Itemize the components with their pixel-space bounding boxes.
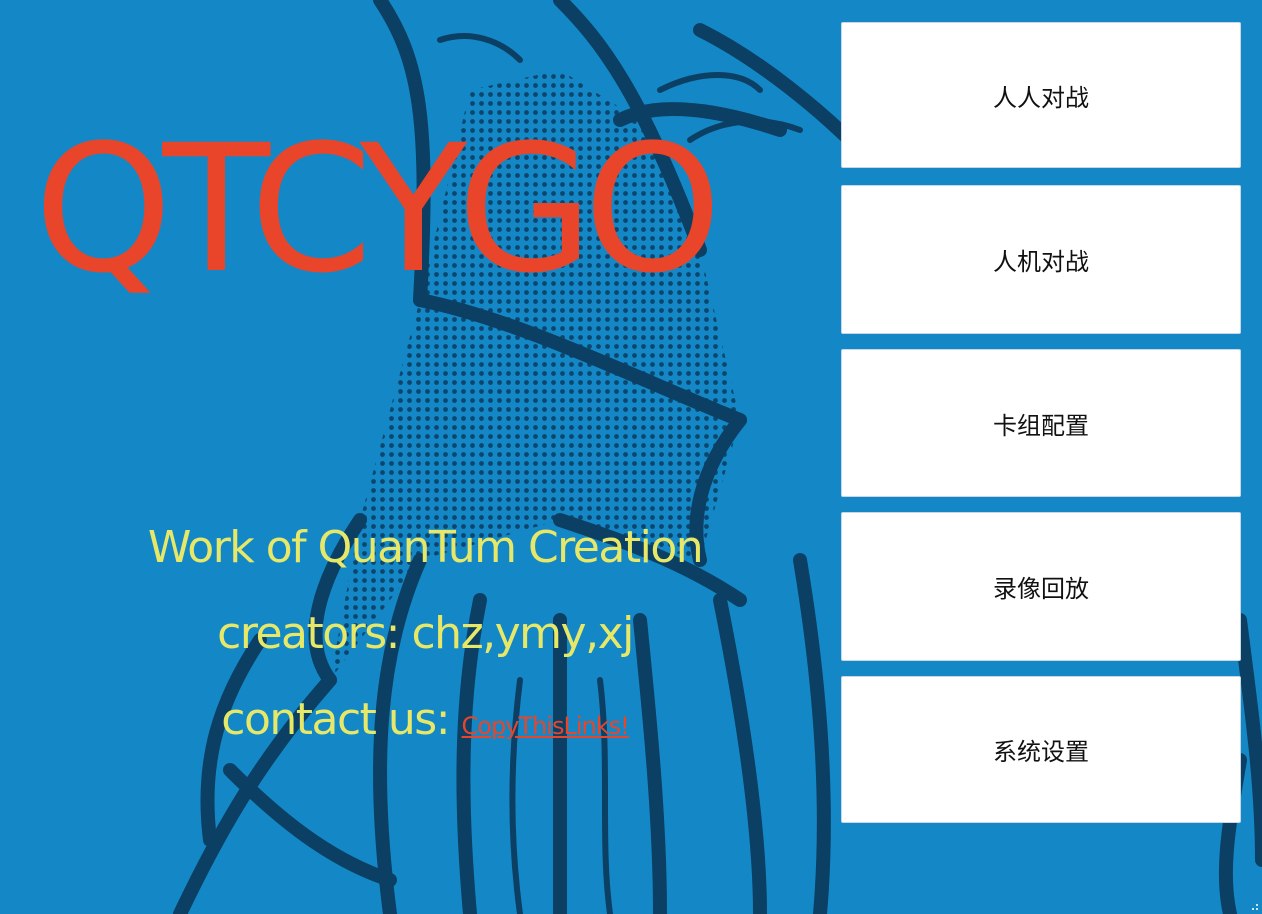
pve-button[interactable]: 人机对战: [841, 185, 1241, 334]
game-title: QTCYGO: [34, 107, 722, 312]
deck-config-button[interactable]: 卡组配置: [841, 349, 1241, 497]
credits-contact-line: contact us: CopyThisLinks!: [60, 677, 790, 769]
pvp-button[interactable]: 人人对战: [841, 22, 1241, 168]
resize-grip-icon[interactable]: [1250, 902, 1260, 912]
credits-work-line: Work of QuanTum Creation: [147, 522, 704, 573]
system-settings-button[interactable]: 系统设置: [841, 676, 1241, 823]
contact-link[interactable]: CopyThisLinks!: [462, 712, 630, 740]
main-menu: 人人对战 人机对战 卡组配置 录像回放 系统设置: [841, 22, 1243, 823]
main-window: QTCYGO Work of QuanTum Creation creators…: [0, 0, 1262, 914]
contact-label: contact us:: [221, 694, 450, 745]
replay-button[interactable]: 录像回放: [841, 512, 1241, 661]
credits-creators-line: creators: chz,ymy,xj: [217, 608, 634, 659]
credits-block: Work of QuanTum Creation creators: chz,y…: [60, 505, 790, 769]
